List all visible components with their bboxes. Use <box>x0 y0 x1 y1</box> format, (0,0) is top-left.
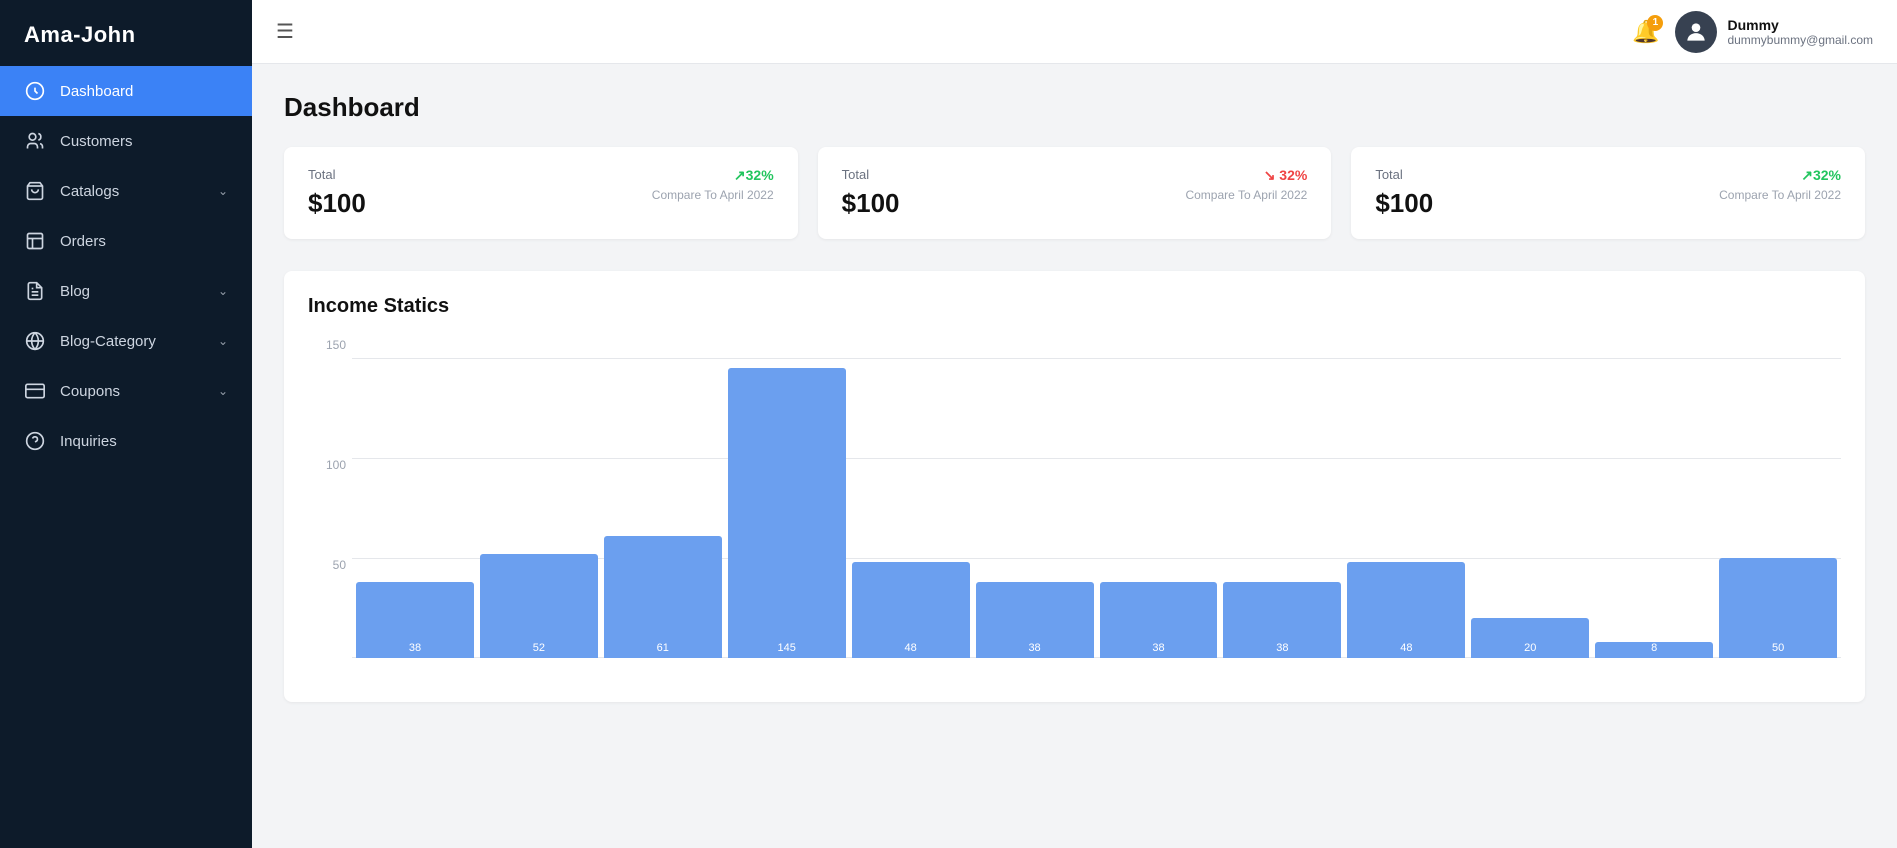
stat-card-1: Total $100 ↗32% Compare To April 2022 <box>284 147 798 239</box>
catalogs-icon <box>24 180 46 202</box>
bar-10: 8 <box>1595 338 1713 658</box>
stat-card-3-label: Total <box>1375 167 1433 182</box>
sidebar-item-orders-label: Orders <box>60 233 228 250</box>
stat-card-3-compare: Compare To April 2022 <box>1719 188 1841 202</box>
coupons-arrow-icon: ⌄ <box>218 384 228 398</box>
sidebar-item-dashboard[interactable]: Dashboard <box>0 66 252 116</box>
stats-row: Total $100 ↗32% Compare To April 2022 To… <box>284 147 1865 239</box>
stat-card-2-label: Total <box>842 167 900 182</box>
bar-0: 38 <box>356 338 474 658</box>
stat-card-3: Total $100 ↗32% Compare To April 2022 <box>1351 147 1865 239</box>
bar-label-2: 61 <box>657 642 669 654</box>
dashboard-icon <box>24 80 46 102</box>
stat-card-1-value: $100 <box>308 188 366 219</box>
header-left: ☰ <box>276 19 294 44</box>
user-email: dummybummy@gmail.com <box>1727 33 1873 47</box>
sidebar-item-catalogs[interactable]: Catalogs ⌄ <box>0 166 252 216</box>
header: ☰ 🔔 1 Dummy dummybummy@gmail.com <box>252 0 1897 64</box>
bar-label-10: 8 <box>1651 642 1657 654</box>
sidebar-item-dashboard-label: Dashboard <box>60 83 228 100</box>
stat-card-2-compare: Compare To April 2022 <box>1185 188 1307 202</box>
stat-card-3-value: $100 <box>1375 188 1433 219</box>
sidebar-item-coupons-label: Coupons <box>60 383 204 400</box>
catalogs-arrow-icon: ⌄ <box>218 184 228 198</box>
bar-5: 38 <box>976 338 1094 658</box>
sidebar-item-blog[interactable]: Blog ⌄ <box>0 266 252 316</box>
bar-1: 52 <box>480 338 598 658</box>
bar-label-6: 38 <box>1152 642 1164 654</box>
bar-label-4: 48 <box>905 642 917 654</box>
sidebar-item-customers-label: Customers <box>60 133 228 150</box>
sidebar-item-orders[interactable]: Orders <box>0 216 252 266</box>
orders-icon <box>24 230 46 252</box>
blog-category-arrow-icon: ⌄ <box>218 334 228 348</box>
bar-label-1: 52 <box>533 642 545 654</box>
stat-card-1-left: Total $100 <box>308 167 366 219</box>
bar-2: 61 <box>604 338 722 658</box>
bar-3: 145 <box>728 338 846 658</box>
content-area: Dashboard Total $100 ↗32% Compare To Apr… <box>252 64 1897 848</box>
stat-card-2-value: $100 <box>842 188 900 219</box>
chart-container: 150 100 50 385261145483838384820850 <box>308 338 1841 678</box>
hamburger-button[interactable]: ☰ <box>276 19 294 44</box>
stat-card-1-compare: Compare To April 2022 <box>652 188 774 202</box>
sidebar: Ama-John Dashboard Customers Catalogs ⌄ … <box>0 0 252 848</box>
page-title: Dashboard <box>284 92 1865 123</box>
inquiries-icon <box>24 430 46 452</box>
bar-label-5: 38 <box>1028 642 1040 654</box>
stat-card-2: Total $100 ↘ 32% Compare To April 2022 <box>818 147 1332 239</box>
notification-badge: 1 <box>1647 15 1663 31</box>
sidebar-logo: Ama-John <box>0 0 252 66</box>
bar-7: 38 <box>1223 338 1341 658</box>
bar-label-7: 38 <box>1276 642 1288 654</box>
stat-card-1-label: Total <box>308 167 366 182</box>
bar-label-3: 145 <box>778 642 796 654</box>
stat-card-1-pct: ↗32% <box>652 167 774 184</box>
bar-label-9: 20 <box>1524 642 1536 654</box>
sidebar-item-coupons[interactable]: Coupons ⌄ <box>0 366 252 416</box>
bar-11: 50 <box>1719 338 1837 658</box>
stat-card-3-left: Total $100 <box>1375 167 1433 219</box>
stat-card-2-right: ↘ 32% Compare To April 2022 <box>1185 167 1307 202</box>
avatar <box>1675 11 1717 53</box>
coupons-icon <box>24 380 46 402</box>
chart-section: Income Statics 150 100 50 38526114548383… <box>284 271 1865 702</box>
sidebar-item-blog-label: Blog <box>60 283 204 300</box>
user-menu-button[interactable]: Dummy dummybummy@gmail.com <box>1675 11 1873 53</box>
stat-card-2-pct: ↘ 32% <box>1185 167 1307 184</box>
sidebar-item-catalogs-label: Catalogs <box>60 183 204 200</box>
chart-title: Income Statics <box>308 295 1841 318</box>
user-name: Dummy <box>1727 17 1873 33</box>
sidebar-item-inquiries[interactable]: Inquiries <box>0 416 252 466</box>
bar-6: 38 <box>1100 338 1218 658</box>
bar-label-8: 48 <box>1400 642 1412 654</box>
user-info: Dummy dummybummy@gmail.com <box>1727 17 1873 47</box>
blog-category-icon <box>24 330 46 352</box>
stat-card-2-left: Total $100 <box>842 167 900 219</box>
sidebar-item-blog-category[interactable]: Blog-Category ⌄ <box>0 316 252 366</box>
notification-button[interactable]: 🔔 1 <box>1632 19 1659 45</box>
sidebar-item-blog-category-label: Blog-Category <box>60 333 204 350</box>
customers-icon <box>24 130 46 152</box>
header-right: 🔔 1 Dummy dummybummy@gmail.com <box>1632 11 1873 53</box>
blog-arrow-icon: ⌄ <box>218 284 228 298</box>
sidebar-item-inquiries-label: Inquiries <box>60 433 228 450</box>
stat-card-3-pct: ↗32% <box>1719 167 1841 184</box>
bar-8: 48 <box>1347 338 1465 658</box>
stat-card-1-right: ↗32% Compare To April 2022 <box>652 167 774 202</box>
stat-card-3-right: ↗32% Compare To April 2022 <box>1719 167 1841 202</box>
sidebar-item-customers[interactable]: Customers <box>0 116 252 166</box>
bar-9: 20 <box>1471 338 1589 658</box>
bar-label-0: 38 <box>409 642 421 654</box>
bar-4: 48 <box>852 338 970 658</box>
bar-label-11: 50 <box>1772 642 1784 654</box>
main-area: ☰ 🔔 1 Dummy dummybummy@gmail.com Dashboa… <box>252 0 1897 848</box>
blog-icon <box>24 280 46 302</box>
